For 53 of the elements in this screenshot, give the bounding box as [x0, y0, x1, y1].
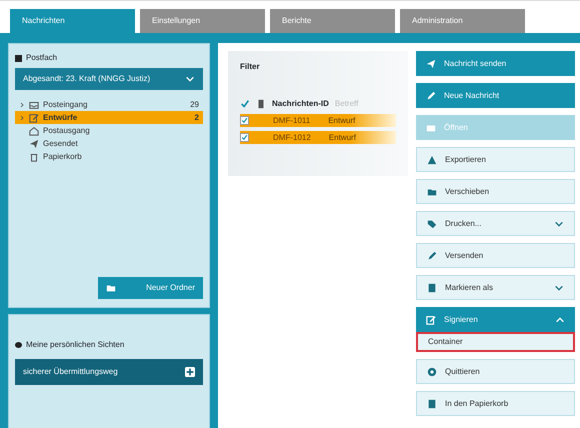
- action-button[interactable]: Drucken...: [416, 211, 575, 236]
- house-icon: [29, 126, 39, 136]
- action-button[interactable]: Signieren: [416, 307, 575, 332]
- gear-icon: [427, 366, 437, 376]
- document-icon: [427, 398, 437, 408]
- folder-item[interactable]: Postausgang: [15, 124, 203, 137]
- table-cell: Entwurf: [328, 132, 356, 144]
- pencil-icon: [427, 250, 437, 260]
- table-cell: Entwurf: [328, 114, 356, 126]
- pencil-icon: [426, 90, 436, 100]
- action-button[interactable]: Quittieren: [416, 359, 575, 384]
- folder-item[interactable]: Entwürfe 2: [15, 111, 203, 124]
- edit-icon: [426, 314, 436, 324]
- mailbox-dropdown[interactable]: Abgesandt: 23. Kraft (NNGG Justiz): [15, 68, 203, 90]
- tab[interactable]: Nachrichten: [10, 9, 135, 33]
- caret-icon: [185, 74, 195, 84]
- action-button[interactable]: Exportieren: [416, 147, 575, 172]
- action-button[interactable]: Versenden: [416, 243, 575, 268]
- chevron-icon: [19, 102, 25, 108]
- section-label: Postfach: [26, 52, 58, 64]
- folder-item[interactable]: Papierkorb: [15, 150, 203, 163]
- action-button[interactable]: Verschieben: [416, 179, 575, 204]
- caret-up-icon: [555, 314, 565, 324]
- new-folder-button[interactable]: Neuer Ordner: [98, 277, 203, 299]
- envelope-icon: [426, 122, 436, 132]
- inbox-icon: [29, 100, 39, 110]
- plus-icon: [185, 367, 195, 377]
- action-button[interactable]: Neue Nachricht: [416, 83, 575, 108]
- trash-icon: [256, 98, 266, 108]
- chevron-icon: [19, 114, 25, 120]
- column-header[interactable]: Nachrichten-ID: [272, 98, 329, 110]
- section-label: Meine persönlichen Sichten: [26, 339, 124, 351]
- tag-icon: [427, 218, 437, 228]
- menu-item[interactable]: Container: [416, 332, 575, 352]
- edit-icon: [29, 112, 39, 122]
- folder-icon: [427, 186, 437, 196]
- row-checkbox[interactable]: [240, 116, 249, 125]
- action-button[interactable]: Nachricht senden: [416, 51, 575, 76]
- folder-item[interactable]: Posteingang 29: [15, 98, 203, 111]
- table-cell: DMF-1011: [273, 114, 310, 126]
- warning-icon: [427, 154, 437, 164]
- send-icon: [426, 58, 436, 68]
- action-button[interactable]: Markieren als: [416, 275, 575, 300]
- panel-title: Filter: [240, 61, 261, 73]
- folder-item[interactable]: Gesendet: [15, 137, 203, 150]
- table-cell: DMF-1012: [273, 132, 311, 144]
- row-checkbox[interactable]: [240, 133, 249, 142]
- action-button[interactable]: In den Papierkorb: [416, 391, 575, 416]
- folder-icon: [106, 283, 116, 293]
- document-icon: [427, 282, 437, 292]
- views-dropdown[interactable]: sicherer Übermittlungsweg: [15, 359, 203, 385]
- send-icon: [29, 138, 39, 148]
- check-icon: [240, 98, 250, 108]
